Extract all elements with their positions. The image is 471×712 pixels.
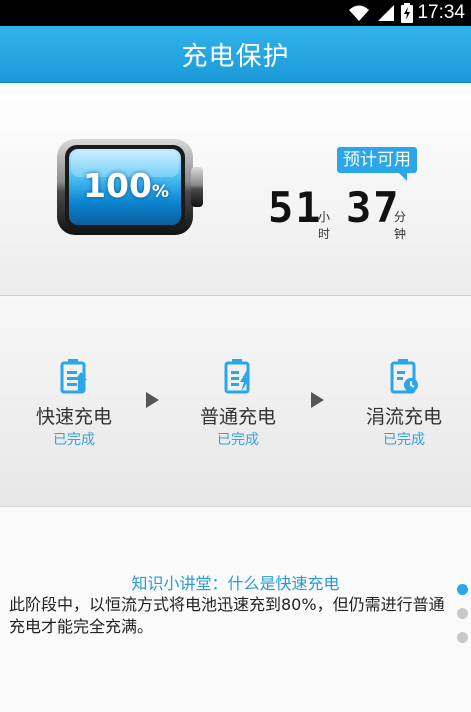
page-dot-2[interactable] [457, 608, 468, 619]
stage-normal-charge: 普通充电 已完成 [178, 358, 298, 449]
stage-trickle-charge-status: 已完成 [383, 432, 425, 448]
wifi-icon [349, 5, 369, 21]
normal-charge-icon [224, 359, 250, 394]
battery-graphic: 100% [55, 135, 205, 241]
page-dot-1[interactable] [457, 584, 468, 595]
estimate-label: 预计可用 [337, 147, 417, 181]
stage-trickle-charge: 涓流充电 已完成 [344, 358, 464, 449]
battery-percent: 100% [76, 166, 176, 205]
fast-charge-icon [60, 359, 87, 394]
minutes-value: 37 [346, 183, 401, 232]
stage-fast-charge: 快速充电 已完成 [14, 358, 134, 449]
stage-fast-charge-label: 快速充电 [35, 406, 112, 428]
stage-normal-charge-label: 普通充电 [199, 406, 276, 428]
page-indicator [457, 584, 468, 656]
page-dot-3[interactable] [457, 632, 468, 643]
battery-panel: 100% 预计可用 51 小时 37 分钟 [0, 83, 471, 296]
status-bar: 17:34 [0, 0, 471, 26]
trickle-charge-icon [390, 359, 418, 394]
battery-percent-value: 100 [83, 166, 152, 205]
knowledge-title: 知识小讲堂：什么是快速充电 [131, 574, 340, 593]
status-icons [347, 3, 413, 23]
hours-value: 51 [268, 183, 323, 232]
knowledge-panel[interactable]: 知识小讲堂：什么是快速充电 此阶段中，以恒流方式将电池迅速充到80%，但仍需进行… [0, 507, 471, 712]
stage-trickle-charge-label: 涓流充电 [365, 406, 442, 428]
charging-stages-panel: 快速充电 已完成 普通充电 已完成 涓流充电 已完成 [0, 296, 471, 507]
stage-normal-charge-status: 已完成 [217, 432, 259, 448]
signal-icon [378, 5, 394, 21]
knowledge-text: 此阶段中，以恒流方式将电池迅速充到80%，但仍需进行普通充电才能完全充满。 [9, 595, 445, 636]
battery-charging-icon [401, 3, 413, 23]
minutes-unit: 分钟 [394, 210, 407, 241]
page-title: 充电保护 [181, 42, 290, 72]
hours-unit: 小时 [318, 210, 331, 241]
battery-percent-sign: % [151, 182, 169, 202]
stage-arrow-1 [146, 392, 159, 408]
app-bar: 充电保护 [0, 26, 471, 83]
stage-fast-charge-status: 已完成 [53, 432, 95, 448]
stage-arrow-2 [311, 392, 324, 408]
status-time: 17:34 [417, 2, 465, 23]
